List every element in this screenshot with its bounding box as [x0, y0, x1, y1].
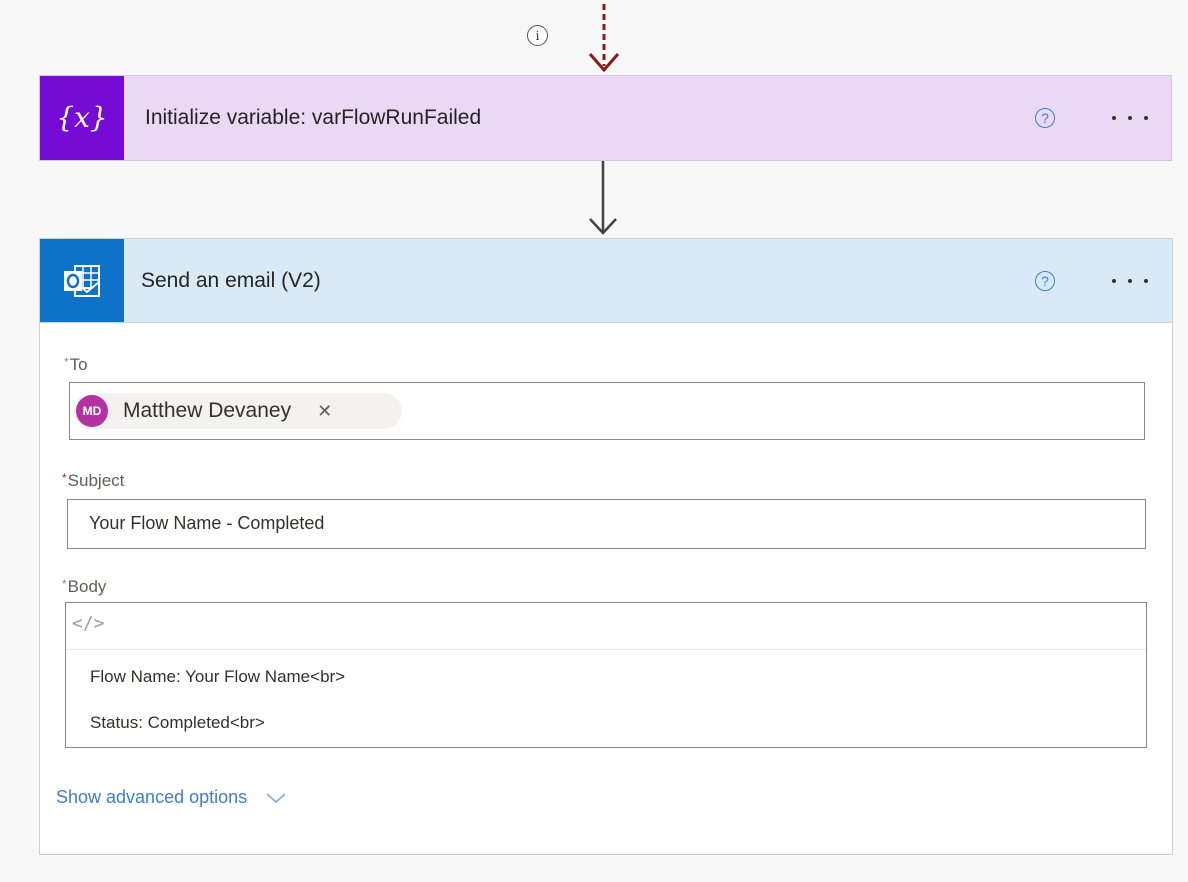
recipient-name: Matthew Devaney — [123, 399, 292, 422]
show-advanced-options-link[interactable]: Show advanced options — [56, 787, 287, 808]
to-label: *To — [64, 355, 88, 374]
info-icon[interactable]: i — [527, 25, 548, 46]
chevron-down-icon — [266, 792, 286, 803]
flow-designer-canvas: i {x} Initialize variable: varFlowRunFai… — [0, 0, 1188, 882]
help-icon[interactable]: ? — [1035, 271, 1055, 291]
to-field[interactable]: MD Matthew Devaney ✕ — [69, 382, 1145, 440]
send-email-header[interactable]: Send an email (V2) ? — [40, 239, 1172, 323]
initialize-variable-card[interactable]: {x} Initialize variable: varFlowRunFaile… — [39, 75, 1172, 161]
close-icon[interactable]: ✕ — [317, 401, 332, 422]
body-label: *Body — [62, 577, 107, 596]
recipient-chip[interactable]: MD Matthew Devaney ✕ — [74, 393, 402, 429]
svg-text:{x}: {x} — [56, 101, 107, 134]
body-line[interactable]: Status: Completed<br> — [90, 713, 265, 733]
send-email-title[interactable]: Send an email (V2) — [141, 239, 321, 322]
body-toolbar: </> — [66, 603, 1146, 650]
code-view-icon[interactable]: </> — [72, 613, 105, 634]
body-field[interactable]: </> Flow Name: Your Flow Name<br> Status… — [65, 602, 1147, 748]
dashed-connector-arrow — [588, 4, 620, 73]
show-advanced-options-label[interactable]: Show advanced options — [56, 787, 247, 808]
help-icon[interactable]: ? — [1035, 108, 1055, 128]
subject-value: Your Flow Name - Completed — [89, 513, 325, 533]
body-line[interactable]: Flow Name: Your Flow Name<br> — [90, 667, 345, 687]
more-options-icon[interactable] — [1112, 271, 1148, 291]
outlook-icon — [40, 239, 124, 322]
variable-x-icon: {x} — [40, 76, 124, 160]
avatar: MD — [76, 395, 108, 427]
send-email-card: Send an email (V2) ? *To MD Matthew Deva… — [39, 238, 1173, 855]
subject-label: *Subject — [62, 471, 125, 490]
subject-field[interactable]: Your Flow Name - Completed — [67, 499, 1146, 549]
initialize-variable-title[interactable]: Initialize variable: varFlowRunFailed — [145, 76, 481, 160]
connector-arrow — [589, 161, 617, 235]
more-options-icon[interactable] — [1112, 108, 1148, 128]
